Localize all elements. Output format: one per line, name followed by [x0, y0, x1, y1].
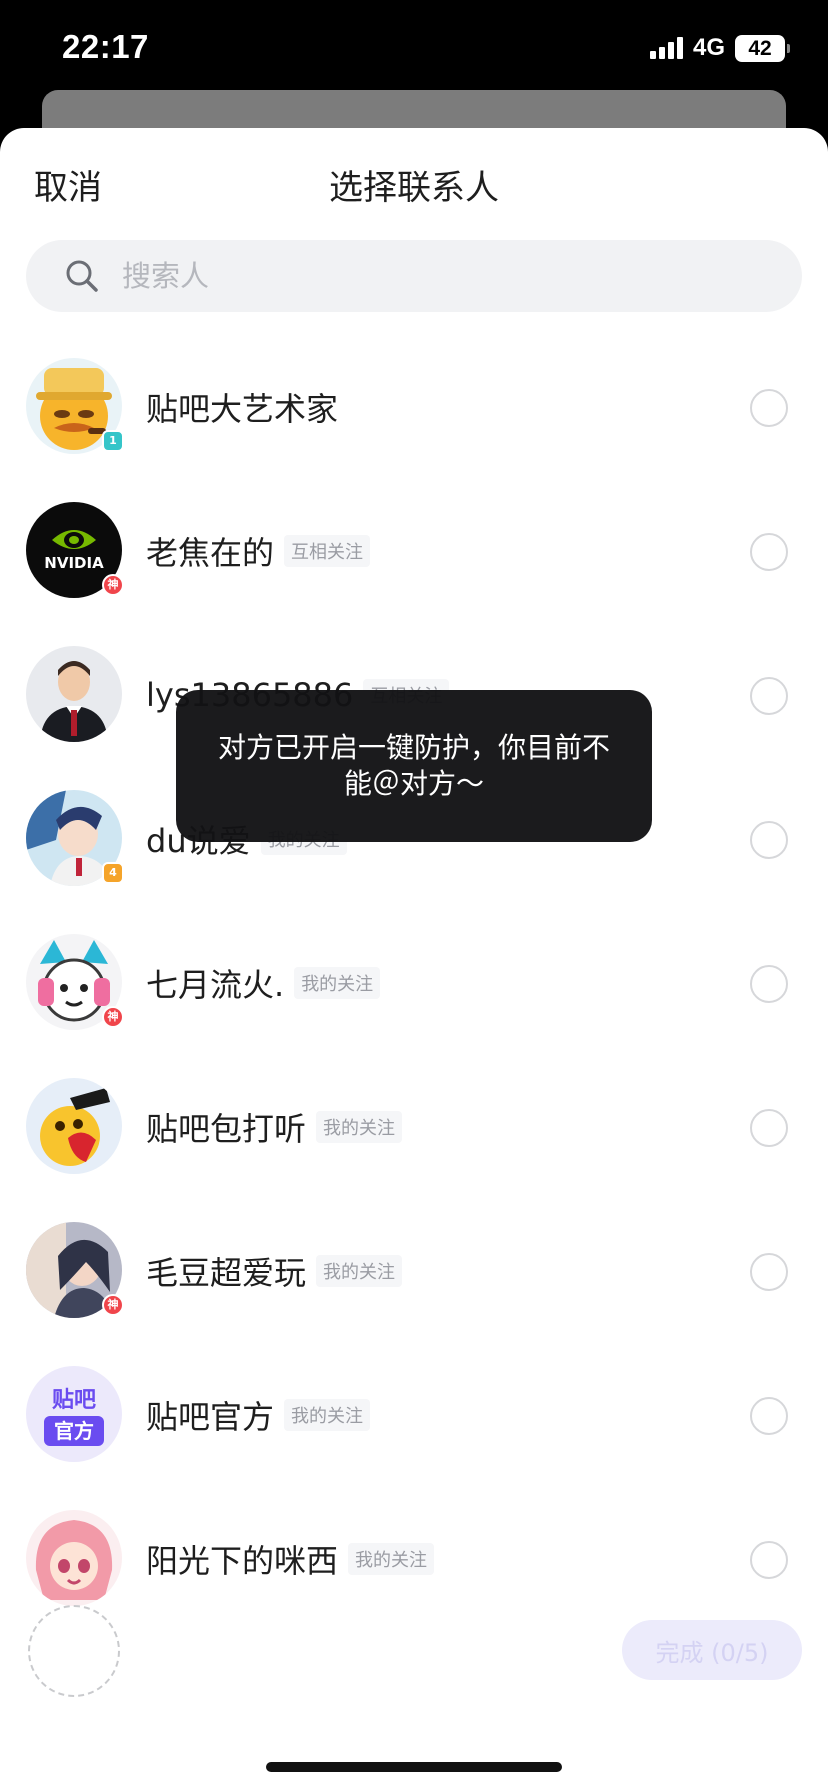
- relation-tag: 我的关注: [316, 1255, 403, 1287]
- official-logo-bottom: 官方: [44, 1416, 104, 1446]
- contact-list: 1 贴吧大艺术家 NVIDIA 神 老焦在的 互相关注 4 神 七月流火. 我的…: [0, 335, 828, 1631]
- contact-name: 贴吧大艺术家: [146, 390, 339, 428]
- select-radio[interactable]: [750, 389, 788, 427]
- select-radio[interactable]: [750, 1397, 788, 1435]
- contact-name: 毛豆超爱玩: [146, 1254, 307, 1292]
- status-indicators: 4G 42: [649, 34, 790, 62]
- avatar: 1: [26, 358, 124, 454]
- contact-row[interactable]: 贴吧包打听 我的关注: [0, 1055, 828, 1199]
- status-time: 22:17: [62, 28, 149, 65]
- contact-row[interactable]: 阳光下的咪西 我的关注: [0, 1487, 828, 1631]
- select-radio[interactable]: [750, 1109, 788, 1147]
- avatar: 4: [26, 790, 124, 886]
- contact-name: 贴吧包打听: [146, 1110, 307, 1148]
- contact-name: 老焦在的: [146, 534, 275, 572]
- selected-avatar-placeholder: [28, 1605, 120, 1697]
- level-badge: 1: [102, 430, 124, 452]
- select-radio[interactable]: [750, 1541, 788, 1579]
- done-button[interactable]: 完成 (0/5): [622, 1620, 802, 1680]
- avatar: [26, 1510, 122, 1606]
- contact-row[interactable]: NVIDIA 神 老焦在的 互相关注: [0, 479, 828, 623]
- signal-icon: [649, 37, 683, 59]
- contact-row[interactable]: 1 贴吧大艺术家: [0, 335, 828, 479]
- select-radio[interactable]: [750, 821, 788, 859]
- avatar: [26, 646, 122, 742]
- battery-level: 42: [735, 34, 785, 62]
- level-badge: 4: [102, 862, 124, 884]
- avatar: NVIDIA 神: [26, 502, 124, 598]
- avatar: 贴吧 官方: [26, 1366, 122, 1462]
- search-input[interactable]: [120, 258, 720, 294]
- search-bar[interactable]: [26, 240, 802, 312]
- battery-icon: 42: [735, 34, 790, 62]
- god-badge: 神: [102, 1006, 124, 1028]
- contact-name: 贴吧官方: [146, 1398, 275, 1436]
- contact-row[interactable]: 贴吧 官方 贴吧官方 我的关注: [0, 1343, 828, 1487]
- contact-name: 七月流火.: [146, 966, 285, 1004]
- avatar: 神: [26, 1222, 124, 1318]
- select-radio[interactable]: [750, 677, 788, 715]
- relation-tag: 我的关注: [348, 1543, 435, 1575]
- contact-name: 阳光下的咪西: [146, 1542, 339, 1580]
- relation-tag: 我的关注: [294, 967, 381, 999]
- avatar: [26, 1078, 122, 1174]
- sheet-header: 取消 选择联系人: [0, 128, 828, 238]
- select-radio[interactable]: [750, 533, 788, 571]
- nvidia-logo-text: NVIDIA: [44, 554, 104, 572]
- select-radio[interactable]: [750, 965, 788, 1003]
- protection-toast: 对方已开启一键防护，你目前不能＠对方～: [176, 690, 652, 842]
- god-badge: 神: [102, 1294, 124, 1316]
- official-logo-top: 贴吧: [51, 1388, 96, 1413]
- god-badge: 神: [102, 574, 124, 596]
- select-radio[interactable]: [750, 1253, 788, 1291]
- search-icon: [66, 260, 98, 292]
- relation-tag: 我的关注: [284, 1399, 371, 1431]
- home-indicator[interactable]: [266, 1762, 562, 1772]
- contact-picker-sheet: 取消 选择联系人 搜索人 1 贴吧大艺术家 NVIDIA 神 老焦在的 互相关注…: [0, 128, 828, 1792]
- avatar: 神: [26, 934, 124, 1030]
- contact-row[interactable]: 神 毛豆超爱玩 我的关注: [0, 1199, 828, 1343]
- status-bar: 22:17 4G 42: [0, 0, 828, 95]
- contact-row[interactable]: 神 七月流火. 我的关注: [0, 911, 828, 1055]
- relation-tag: 互相关注: [284, 535, 371, 567]
- relation-tag: 我的关注: [316, 1111, 403, 1143]
- page-title: 选择联系人: [329, 168, 499, 208]
- network-type: 4G: [692, 34, 725, 61]
